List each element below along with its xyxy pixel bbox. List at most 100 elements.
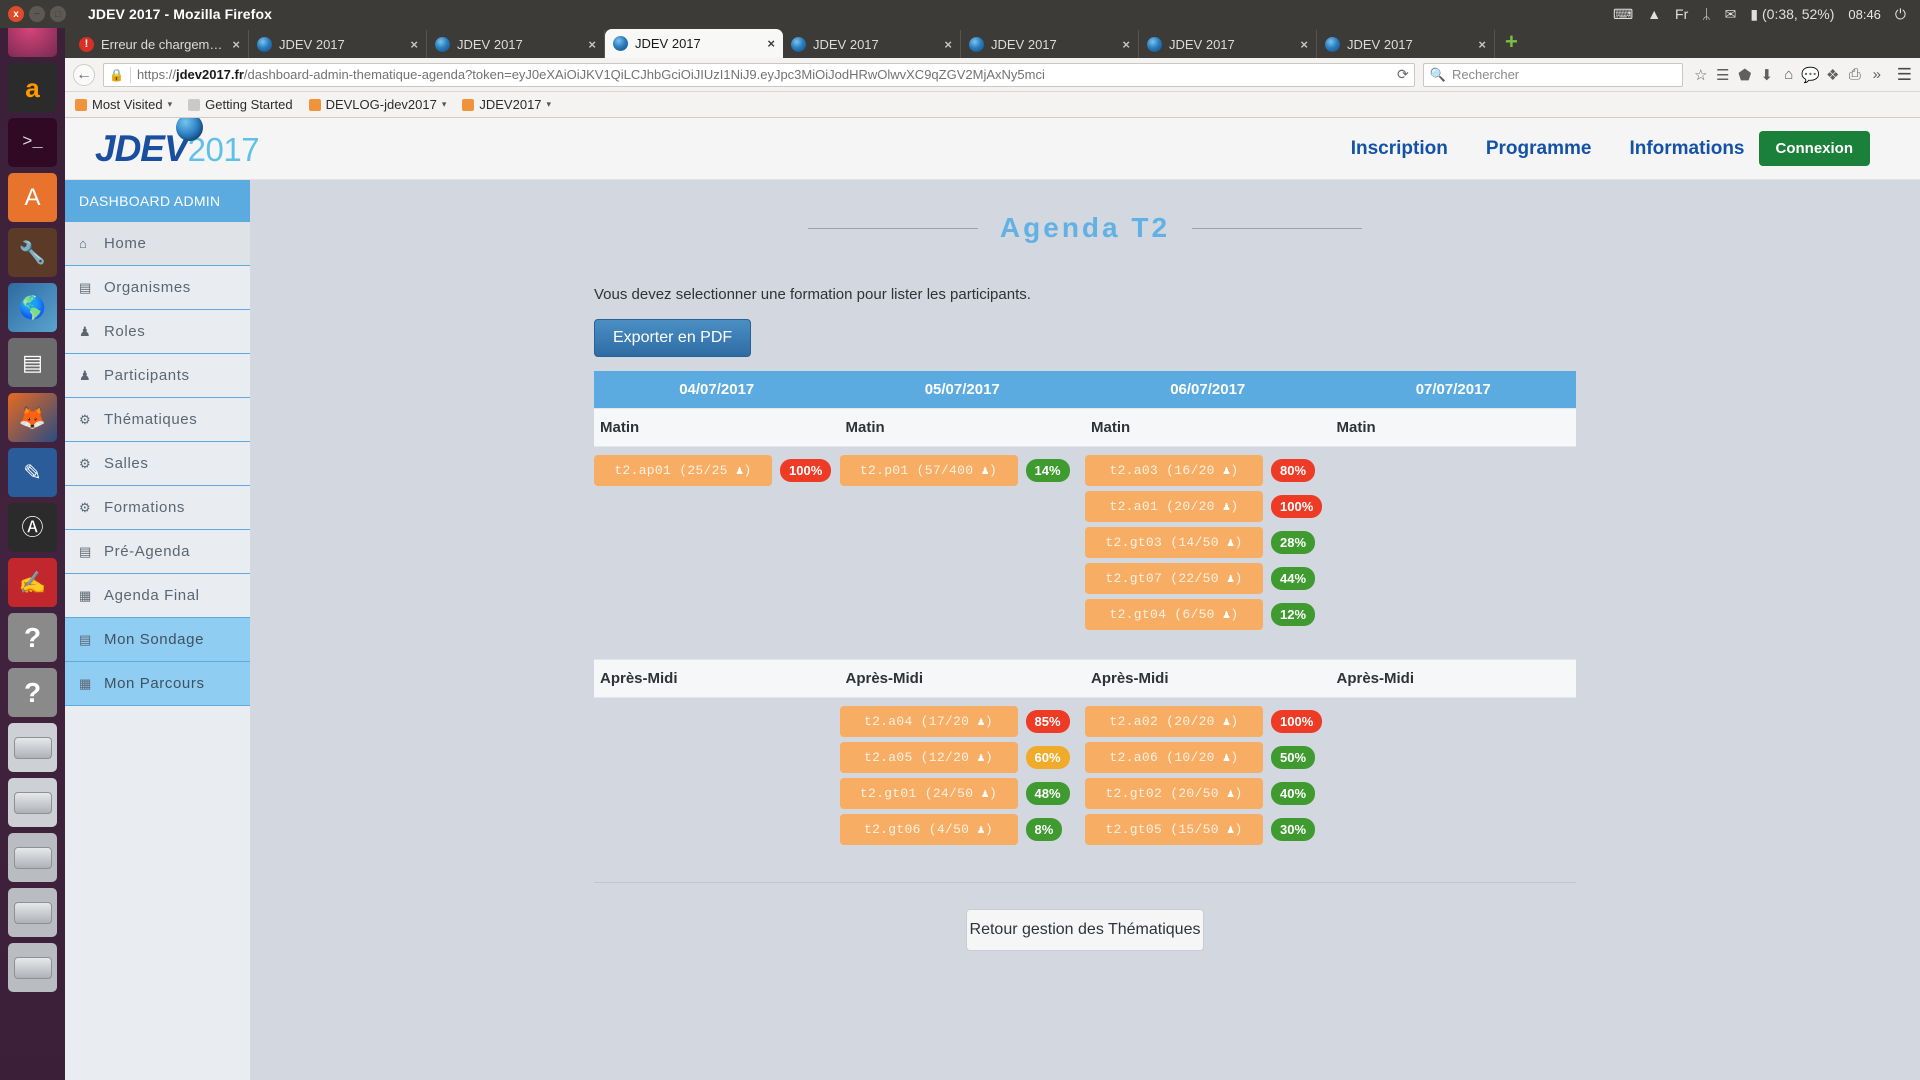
launcher-disk-3[interactable] [8, 833, 57, 882]
reader-view-icon[interactable]: ☰ [1713, 66, 1733, 84]
bookmark-item[interactable]: DEVLOG-jdev2017 ▾ [308, 97, 447, 112]
session-pill[interactable]: t2.gt06 (4/50 ♟) [839, 813, 1018, 845]
launcher-amazon[interactable]: a [8, 63, 57, 112]
session-pill[interactable]: t2.a02 (20/20 ♟) [1085, 705, 1263, 737]
session-menu-icon[interactable]: ⏻ [1895, 6, 1906, 23]
sidebar-item-roles[interactable]: ♟ Roles [65, 310, 250, 354]
sidebar-item-mon-parcours[interactable]: ▦ Mon Parcours [65, 662, 250, 706]
launcher-android[interactable]: Ⓐ [8, 503, 57, 552]
save-page-icon[interactable]: ⎙ [1845, 66, 1865, 83]
browser-tab[interactable]: ! Erreur de chargem… × [71, 30, 249, 58]
tab-close-icon[interactable]: × [1300, 37, 1308, 52]
launcher-signature[interactable]: ✍ [8, 558, 57, 607]
browser-tab[interactable]: JDEV 2017 × [783, 30, 961, 58]
chevron-down-icon[interactable]: ▾ [168, 99, 173, 110]
sidebar-item-pr-agenda[interactable]: ▤ Pré-Agenda [65, 530, 250, 574]
launcher-disk-5[interactable] [8, 943, 57, 992]
chevron-down-icon[interactable]: ▾ [442, 99, 447, 110]
sidebar-items[interactable]: ⌂ Home ▤ Organismes ♟ Roles ♟ Participants ⚙ Thém… [65, 222, 250, 706]
launcher-writer[interactable]: ✎ [8, 448, 57, 497]
reload-button[interactable]: ⟳ [1397, 66, 1409, 83]
launcher-disk-2[interactable] [8, 778, 57, 827]
sidebar-item-formations[interactable]: ⚙ Formations [65, 486, 250, 530]
session-pill[interactable]: t2.a04 (17/20 ♟) [839, 705, 1018, 737]
tab-close-icon[interactable]: × [1122, 37, 1130, 52]
mail-icon[interactable]: ✉ [1725, 6, 1737, 23]
launcher-files[interactable]: A [8, 173, 57, 222]
bookmark-item[interactable]: Most Visited ▾ [75, 97, 172, 112]
tab-strip[interactable]: ! Erreur de chargem… × JDEV 2017 × JDEV 2017 ×… [65, 28, 1920, 58]
launcher-archive[interactable]: ▤ [8, 338, 57, 387]
window-controls[interactable]: x − □ [0, 6, 66, 22]
ubuntu-launcher[interactable]: a >_ A 🔧 🌎 ▤ 🦊 ✎ Ⓐ ✍?? [0, 0, 65, 1080]
wifi-icon[interactable]: ▲ [1647, 6, 1661, 22]
pocket-icon[interactable]: ⬟ [1735, 66, 1755, 84]
sidebar-item-organismes[interactable]: ▤ Organismes [65, 266, 250, 310]
back-button[interactable]: ← [73, 63, 95, 86]
site-nav-link[interactable]: Informations [1629, 138, 1744, 160]
window-maximize-icon[interactable]: □ [50, 6, 66, 22]
session-pill[interactable]: t2.p01 (57/400 ♟) [839, 455, 1018, 486]
downloads-icon[interactable]: ⬇ [1757, 66, 1777, 84]
session-pill[interactable]: t2.a03 (16/20 ♟) [1085, 455, 1263, 486]
keyboard-icon[interactable]: ⌨ [1613, 6, 1633, 23]
sidebar-item-home[interactable]: ⌂ Home [65, 222, 250, 266]
tab-close-icon[interactable]: × [588, 37, 596, 52]
bookmark-star-icon[interactable]: ☆ [1691, 66, 1711, 84]
browser-tab[interactable]: JDEV 2017 × [961, 30, 1139, 58]
bookmark-item[interactable]: JDEV2017 ▾ [462, 97, 551, 112]
clock[interactable]: 08:46 [1848, 7, 1881, 22]
site-nav-link[interactable]: Inscription [1351, 138, 1448, 160]
session-pill[interactable]: t2.gt02 (20/50 ♟) [1085, 777, 1263, 809]
browser-tab[interactable]: JDEV 2017 × [605, 29, 783, 58]
session-pill[interactable]: t2.a01 (20/20 ♟) [1085, 491, 1263, 522]
browser-tab[interactable]: JDEV 2017 × [427, 30, 605, 58]
tab-close-icon[interactable]: × [767, 36, 775, 51]
sidebar-item-salles[interactable]: ⚙ Salles [65, 442, 250, 486]
session-pill[interactable]: t2.a05 (12/20 ♟) [839, 741, 1018, 773]
launcher-world[interactable]: 🌎 [8, 283, 57, 332]
tab-close-icon[interactable]: × [1478, 37, 1486, 52]
tab-close-icon[interactable]: × [944, 37, 952, 52]
session-pill[interactable]: t2.gt05 (15/50 ♟) [1085, 813, 1263, 845]
export-pdf-button[interactable]: Exporter en PDF [594, 319, 752, 357]
window-minimize-icon[interactable]: − [29, 6, 45, 22]
bookmarks-bar[interactable]: Most Visited ▾ Getting Started DEVLOG-jdev2… [65, 92, 1920, 118]
menu-button[interactable]: ☰ [1895, 65, 1912, 85]
browser-tab[interactable]: JDEV 2017 × [1317, 30, 1495, 58]
launcher-disk-4[interactable] [8, 888, 57, 937]
battery-icon[interactable]: ▮ (0:38, 52%) [1750, 6, 1834, 23]
extension-icon[interactable]: ❖ [1823, 66, 1843, 84]
sidebar-item-th-matiques[interactable]: ⚙ Thématiques [65, 398, 250, 442]
sidebar-item-mon-sondage[interactable]: ▤ Mon Sondage [65, 618, 250, 662]
window-close-icon[interactable]: x [8, 6, 24, 22]
tab-close-icon[interactable]: × [232, 37, 240, 52]
launcher-help-1[interactable]: ? [8, 613, 57, 662]
overflow-chevron-icon[interactable]: » [1867, 66, 1887, 83]
bookmark-item[interactable]: Getting Started [188, 97, 293, 112]
site-navigation[interactable]: Inscription Programme Informations [1351, 138, 1745, 160]
session-pill[interactable]: t2.gt03 (14/50 ♟) [1085, 527, 1263, 558]
browser-tab[interactable]: JDEV 2017 × [249, 30, 427, 58]
new-tab-button[interactable]: + [1495, 29, 1528, 57]
sidebar-item-participants[interactable]: ♟ Participants [65, 354, 250, 398]
session-pill[interactable]: t2.gt04 (6/50 ♟) [1085, 599, 1263, 630]
sidebar-item-agenda-final[interactable]: ▦ Agenda Final [65, 574, 250, 618]
site-nav-link[interactable]: Programme [1486, 138, 1592, 160]
launcher-terminal[interactable]: >_ [8, 118, 57, 167]
jdev-logo[interactable]: JDEV 2017 [87, 118, 260, 170]
chat-icon[interactable]: 💬 [1801, 66, 1821, 84]
launcher-firefox[interactable]: 🦊 [8, 393, 57, 442]
language-indicator[interactable]: Fr [1675, 6, 1688, 22]
browser-tab[interactable]: JDEV 2017 × [1139, 30, 1317, 58]
launcher-disk-1[interactable] [8, 723, 57, 772]
bluetooth-icon[interactable]: ᛦ [1702, 6, 1710, 22]
launcher-help-2[interactable]: ? [8, 668, 57, 717]
connexion-button[interactable]: Connexion [1758, 131, 1870, 166]
system-tray[interactable]: ⌨ ▲ Fr ᛦ ✉ ▮ (0:38, 52%) 08:46 ⏻ [1613, 0, 1920, 28]
url-bar[interactable]: 🔒 https://jdev2017.fr/dashboard-admin-th… [103, 62, 1415, 87]
tab-close-icon[interactable]: × [410, 37, 418, 52]
session-pill[interactable]: t2.ap01 (25/25 ♟) [594, 455, 772, 486]
session-pill[interactable]: t2.gt07 (22/50 ♟) [1085, 563, 1263, 594]
back-to-thematiques-button[interactable]: Retour gestion des Thématiques [966, 908, 1204, 951]
